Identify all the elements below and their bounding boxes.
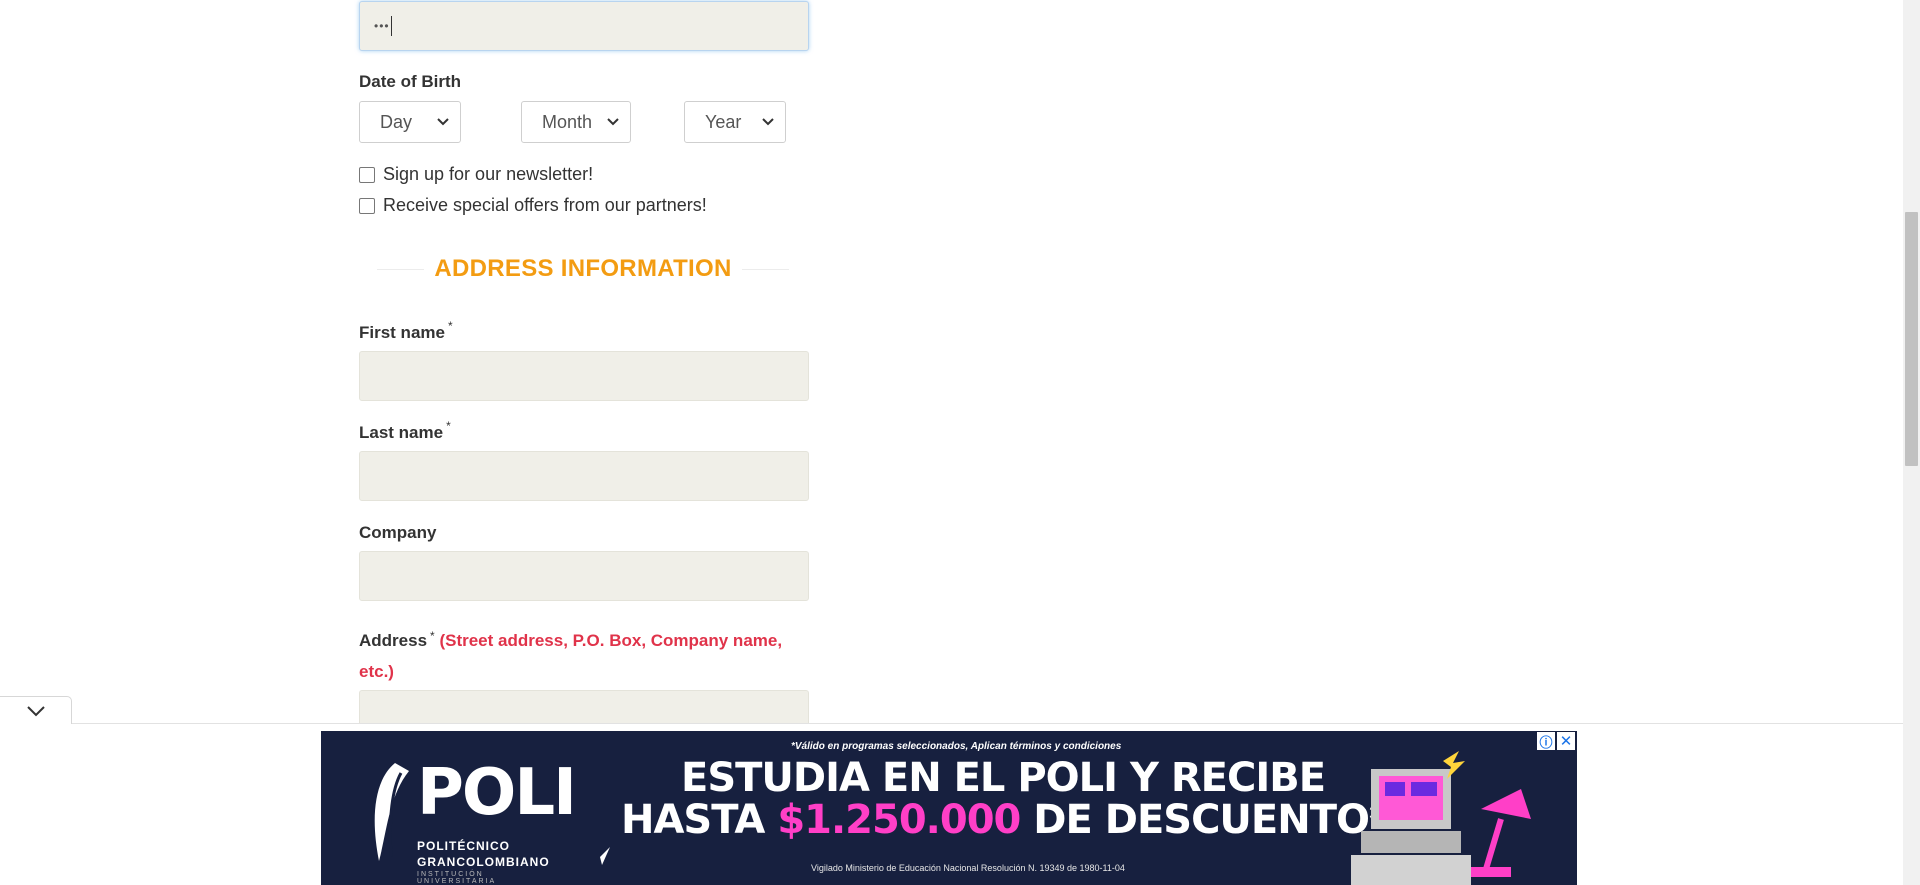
ad-headline-amount: $1.250.000 [777,797,1021,843]
scrollbar-thumb[interactable] [1905,212,1918,466]
poli-logo-sub2: GRANCOLOMBIANO [417,855,550,869]
first-name-label-text: First name [359,323,445,342]
chevron-down-icon [437,118,449,126]
password-value: ••• [374,19,390,33]
chevron-down-icon [26,705,45,716]
section-title: ADDRESS INFORMATION [424,255,742,283]
ad-collapse-toggle[interactable] [0,696,72,724]
poli-logo-sub1: POLITÉCNICO [417,839,511,853]
text-caret [390,16,392,36]
dob-year-select[interactable]: Year [684,101,786,143]
address-label-text: Address [359,631,428,650]
dob-year-value: Year [705,111,742,132]
required-marker: * [446,419,451,433]
offers-checkbox[interactable] [359,197,375,214]
last-name-label-text: Last name [359,423,444,442]
dob-day-value: Day [380,111,413,132]
password-input[interactable]: ••• [359,1,809,51]
newsletter-label: Sign up for our newsletter! [383,164,594,184]
ad-headline-line2: HASTA $1.250.000 DE DESCUENTO* [621,797,1390,843]
offers-option[interactable]: Receive special offers from our partners… [359,195,707,216]
cursor-arrow-icon [592,847,610,865]
newsletter-option[interactable]: Sign up for our newsletter! [359,164,593,185]
address-hint-cont: etc.) [359,662,394,681]
company-label: Company [359,523,437,542]
required-marker: * [430,629,435,643]
poli-emblem-icon [374,763,409,861]
poli-logo-sub3: INSTITUCIÓN UNIVERSITARIA [417,871,497,885]
ad-headline-line1: ESTUDIA EN EL POLI Y RECIBE [681,755,1326,801]
chevron-down-icon [607,118,619,126]
ad-close-icon[interactable]: ✕ [1557,732,1575,750]
ad-headline-pre: HASTA [621,797,778,843]
dob-month-select[interactable]: Month [521,101,631,143]
first-name-input[interactable] [359,351,809,401]
section-heading: ADDRESS INFORMATION [377,254,789,284]
newsletter-checkbox[interactable] [359,166,375,183]
address-hint: (Street address, P.O. Box, Company name, [439,631,783,650]
ad-info-icon[interactable]: ⓘ [1537,732,1555,750]
company-input[interactable] [359,551,809,601]
required-marker: * [447,319,453,333]
ad-banner[interactable]: *Válido en programas seleccionados, Apli… [321,731,1577,885]
dob-label: Date of Birth [359,72,461,91]
last-name-label: Last name * [359,419,451,443]
dob-day-select[interactable]: Day [359,101,461,143]
address-label: Address * (Street address, P.O. Box, Comp… [359,625,809,687]
ad-footer-text: Vigilado Ministerio de Educación Naciona… [811,863,1125,873]
poli-logo-word: POLI [417,756,577,830]
page-scrollbar[interactable] [1903,0,1920,885]
last-name-input[interactable] [359,451,809,501]
poli-logo: POLI POLITÉCNICO GRANCOLOMBIANO INSTITUC… [365,751,577,885]
ad-fine-print: *Válido en programas seleccionados, Apli… [791,741,1122,752]
ad-divider [0,723,1903,724]
dob-month-value: Month [542,111,593,132]
first-name-label: First name * [359,319,453,343]
offers-label: Receive special offers from our partners… [383,195,707,215]
retro-computer-icon [1351,751,1531,885]
chevron-down-icon [762,118,774,126]
